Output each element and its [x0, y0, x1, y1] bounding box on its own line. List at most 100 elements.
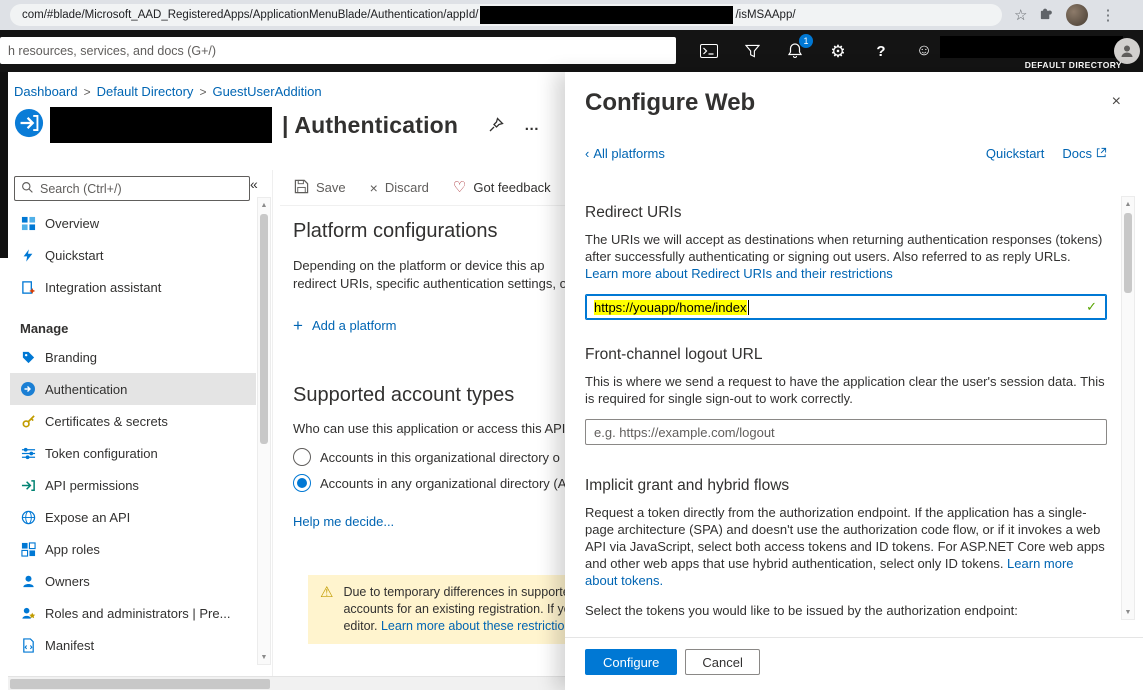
configure-web-panel: Configure Web × ‹ All platforms Quicksta… — [565, 72, 1143, 690]
integration-wand-icon — [20, 279, 36, 295]
sidebar-item-branding[interactable]: Branding — [10, 341, 256, 373]
collapse-sidebar-button[interactable]: « — [250, 176, 258, 192]
warning-icon: ⚠ — [320, 584, 333, 635]
bookmark-star-icon[interactable]: ☆ — [1014, 8, 1027, 23]
sidebar-item-expose-api[interactable]: Expose an API — [10, 501, 256, 533]
discard-button[interactable]: × Discard — [370, 180, 429, 195]
panel-scroll-thumb[interactable] — [1124, 213, 1132, 293]
lightning-icon — [20, 247, 36, 263]
notifications-bell-icon[interactable]: 1 — [785, 41, 805, 61]
scroll-up-icon[interactable]: ▲ — [1122, 197, 1134, 211]
horizontal-scroll-thumb[interactable] — [10, 679, 270, 689]
redirect-uris-learn-more-link[interactable]: Learn more about Redirect URIs and their… — [585, 266, 893, 281]
help-icon[interactable]: ? — [871, 41, 891, 61]
scroll-up-icon[interactable]: ▲ — [258, 198, 270, 212]
add-platform-button[interactable]: + Add a platform — [293, 317, 565, 334]
radio-multi-tenant[interactable]: Accounts in any organizational directory… — [293, 474, 565, 492]
save-button[interactable]: Save — [294, 179, 346, 197]
tokens-select-label: Select the tokens you would like to be i… — [585, 603, 1107, 618]
sidebar-item-overview[interactable]: Overview — [10, 207, 256, 239]
redirect-uri-input[interactable]: https://youapp/home/index ✓ — [585, 294, 1107, 320]
configure-button[interactable]: Configure — [585, 649, 677, 675]
sidebar-item-integration-assistant[interactable]: Integration assistant — [10, 271, 256, 303]
warning-box: ⚠ Due to temporary differences in suppor… — [308, 575, 565, 644]
sidebar-item-manifest[interactable]: Manifest — [10, 629, 256, 661]
authentication-arrow-icon — [20, 381, 36, 397]
cloud-shell-icon[interactable] — [699, 41, 719, 61]
extensions-puzzle-icon[interactable] — [1039, 6, 1054, 24]
text-caret — [748, 300, 749, 315]
platform-description-line1: Depending on the platform or device this… — [293, 257, 565, 275]
grid-icon — [20, 215, 36, 231]
settings-gear-icon[interactable]: ⚙ — [828, 41, 848, 61]
sidebar-item-api-permissions[interactable]: API permissions — [10, 469, 256, 501]
radio-single-tenant[interactable]: Accounts in this organizational director… — [293, 448, 565, 466]
supported-account-types-heading: Supported account types — [293, 384, 565, 407]
all-platforms-back-link[interactable]: ‹ All platforms — [585, 146, 665, 161]
help-me-decide-link[interactable]: Help me decide... — [293, 514, 394, 529]
breadcrumb-guestuseraddition[interactable]: GuestUserAddition — [212, 84, 321, 99]
warning-line1: Due to temporary differences in supporte… — [343, 584, 565, 601]
sidebar-scrollbar: ▲ ▼ — [257, 197, 271, 665]
save-icon — [294, 179, 309, 197]
url-text-prefix: com/#blade/Microsoft_AAD_RegisteredApps/… — [22, 9, 478, 21]
directory-label: DEFAULT DIRECTORY — [1025, 60, 1122, 70]
url-text-suffix: /isMSAApp/ — [735, 9, 795, 21]
sidebar-item-authentication[interactable]: Authentication — [10, 373, 256, 405]
cancel-button[interactable]: Cancel — [685, 649, 759, 675]
breadcrumb-default-directory[interactable]: Default Directory — [97, 84, 194, 99]
command-bar: Save × Discard ♡ Got feedback — [280, 170, 565, 206]
warning-line3: editor. Learn more about these restricti… — [343, 618, 565, 635]
azure-header-icons: 1 ⚙ ? ☺ — [699, 30, 934, 72]
account-avatar[interactable] — [1114, 38, 1140, 64]
sidebar-scroll-thumb[interactable] — [260, 214, 268, 444]
sidebar-item-label: Token configuration — [45, 446, 158, 461]
notification-count-badge: 1 — [799, 34, 813, 48]
sidebar-item-quickstart[interactable]: Quickstart — [10, 239, 256, 271]
front-channel-logout-description: This is where we send a request to have … — [585, 373, 1107, 407]
sidebar-section-manage: Manage — [20, 315, 256, 341]
scroll-down-icon[interactable]: ▼ — [258, 650, 270, 664]
app-registration-icon — [14, 108, 44, 143]
quickstart-link[interactable]: Quickstart — [986, 146, 1045, 161]
docs-link[interactable]: Docs — [1062, 146, 1107, 161]
discard-label: Discard — [385, 180, 429, 195]
sidebar-item-certificates-secrets[interactable]: Certificates & secrets — [10, 405, 256, 437]
sidebar-search-placeholder: Search (Ctrl+/) — [40, 182, 122, 196]
sidebar-item-owners[interactable]: Owners — [10, 565, 256, 597]
url-bar[interactable]: com/#blade/Microsoft_AAD_RegisteredApps/… — [10, 4, 1002, 26]
sidebar-search-input[interactable]: Search (Ctrl+/) — [14, 176, 250, 201]
sidebar-item-label: Owners — [45, 574, 90, 589]
logout-url-input[interactable] — [585, 419, 1107, 445]
breadcrumb-dashboard[interactable]: Dashboard — [14, 84, 78, 99]
sidebar-item-token-configuration[interactable]: Token configuration — [10, 437, 256, 469]
warning-restrictions-link[interactable]: Learn more about these restrictions. — [381, 619, 565, 633]
browser-profile-avatar[interactable] — [1066, 4, 1088, 26]
directory-filter-icon[interactable] — [742, 41, 762, 61]
horizontal-scrollbar — [8, 676, 565, 690]
azure-search-input[interactable]: h resources, services, and docs (G+/) — [0, 37, 676, 64]
external-link-icon — [1096, 146, 1107, 161]
redirect-uris-description: The URIs we will accept as destinations … — [585, 231, 1107, 282]
more-icon[interactable]: … — [524, 117, 539, 134]
pin-icon[interactable] — [488, 117, 504, 133]
close-icon[interactable]: × — [1112, 94, 1121, 110]
sidebar-item-roles-administrators[interactable]: Roles and administrators | Pre... — [10, 597, 256, 629]
discard-x-icon: × — [370, 181, 378, 195]
sidebar-item-label: Certificates & secrets — [45, 414, 168, 429]
browser-chrome: com/#blade/Microsoft_AAD_RegisteredApps/… — [0, 0, 1143, 30]
browser-menu-icon[interactable]: ⋮ — [1100, 8, 1115, 23]
globe-icon — [20, 509, 36, 525]
sidebar-item-label: Roles and administrators | Pre... — [45, 606, 230, 621]
azure-search-placeholder: h resources, services, and docs (G+/) — [8, 44, 216, 58]
sidebar-item-label: Integration assistant — [45, 280, 161, 295]
heart-icon: ♡ — [453, 180, 466, 195]
add-platform-label: Add a platform — [312, 318, 397, 333]
feedback-smiley-icon[interactable]: ☺ — [914, 41, 934, 61]
panel-footer-divider — [565, 637, 1143, 638]
feedback-button[interactable]: ♡ Got feedback — [453, 180, 551, 195]
sidebar-item-app-roles[interactable]: App roles — [10, 533, 256, 565]
scroll-down-icon[interactable]: ▼ — [1122, 605, 1134, 619]
sidebar-item-label: Authentication — [45, 382, 127, 397]
sidebar-item-label: App roles — [45, 542, 100, 557]
